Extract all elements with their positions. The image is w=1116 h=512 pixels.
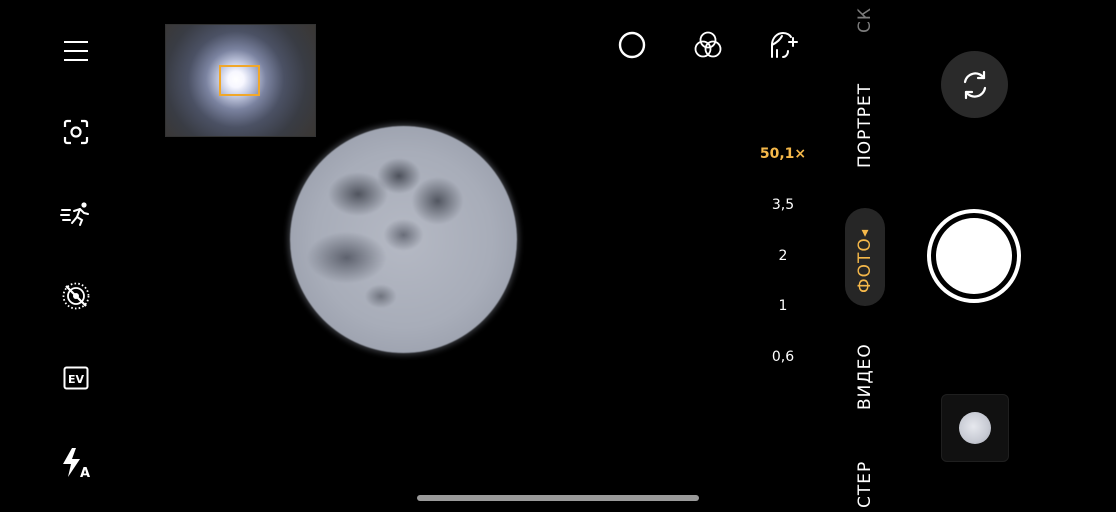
switch-camera-button[interactable]	[941, 51, 1008, 118]
minimap-zoom-frame	[219, 65, 260, 96]
zoom-level-2[interactable]: 2	[752, 248, 814, 264]
gallery-thumbnail-image	[959, 412, 991, 444]
ev-icon: EV	[63, 366, 89, 390]
ev-label: EV	[68, 373, 85, 386]
mode-item-video[interactable]: ВИДЕО	[845, 340, 885, 414]
flash-button[interactable]: A	[56, 443, 96, 483]
beauty-button[interactable]	[767, 28, 801, 62]
focus-icon	[63, 119, 89, 145]
mode-label: ФОТО	[855, 237, 875, 294]
mode-label: СК	[855, 7, 875, 33]
mode-item-ster[interactable]: СТЕР	[845, 456, 885, 512]
camera-screen: EV A 50,1× 3,5 2 1 0,6 СК ПОРТРЕТ ФОТО ▲…	[0, 0, 1116, 512]
shutter-button[interactable]	[927, 209, 1021, 303]
beauty-icon	[771, 31, 798, 58]
live-off-icon	[62, 282, 90, 310]
exposure-button[interactable]: EV	[56, 358, 96, 398]
menu-icon	[64, 41, 88, 61]
menu-button[interactable]	[56, 31, 96, 71]
circle-icon	[618, 31, 646, 59]
live-photo-button[interactable]	[56, 276, 96, 316]
zoom-level-50[interactable]: 50,1×	[752, 146, 814, 162]
home-indicator[interactable]	[417, 495, 699, 501]
filters-button[interactable]	[691, 28, 725, 62]
moon-subject	[290, 126, 517, 353]
motion-button[interactable]	[56, 194, 96, 234]
gallery-thumbnail[interactable]	[941, 394, 1009, 462]
zoom-level-0-6[interactable]: 0,6	[752, 349, 814, 365]
filters-icon	[694, 31, 722, 58]
mode-label: СТЕР	[855, 460, 875, 508]
zoom-level-3-5[interactable]: 3,5	[752, 197, 814, 213]
mode-item-portrait[interactable]: ПОРТРЕТ	[845, 76, 885, 174]
mode-item-photo[interactable]: ФОТО ▲	[845, 208, 885, 306]
switch-camera-icon	[963, 70, 986, 99]
mode-caret-icon: ▲	[860, 226, 870, 238]
mode-circle-button[interactable]	[615, 28, 649, 62]
motion-icon	[60, 202, 89, 226]
mode-label: ПОРТРЕТ	[855, 82, 875, 168]
flash-auto-icon: A	[63, 448, 90, 479]
mode-item-sk[interactable]: СК	[845, 2, 885, 38]
focus-button[interactable]	[56, 112, 96, 152]
mode-label: ВИДЕО	[855, 343, 875, 411]
flash-auto-label: A	[80, 466, 90, 479]
viewfinder[interactable]	[0, 0, 840, 512]
zoom-minimap	[165, 24, 316, 137]
shutter-inner	[936, 218, 1012, 294]
zoom-level-1[interactable]: 1	[752, 298, 814, 314]
